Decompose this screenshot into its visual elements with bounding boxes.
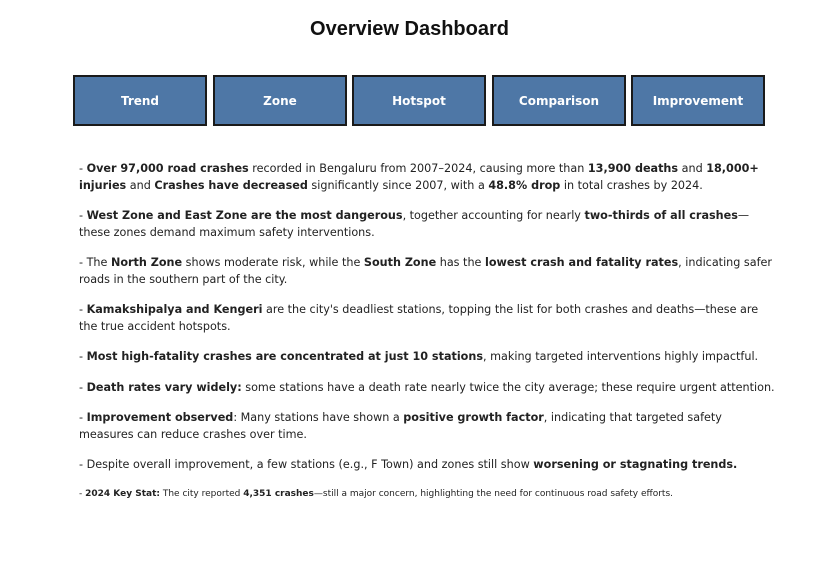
emphasis-text: Crashes have decreased <box>154 178 308 192</box>
emphasis-text: 2024 Key Stat: <box>85 488 160 499</box>
body-text: shows moderate risk, while the <box>182 256 364 269</box>
emphasis-text: worsening or stagnating trends. <box>533 458 738 471</box>
insight-paragraph: - Despite overall improvement, a few sta… <box>79 457 779 474</box>
insight-paragraph: - Kamakshipalya and Kengeri are the city… <box>79 302 779 335</box>
insight-paragraph: - Over 97,000 road crashes recorded in B… <box>79 161 779 194</box>
body-text: - Despite overall improvement, a few sta… <box>79 458 534 471</box>
body-text: - The <box>79 256 111 269</box>
comparison-button[interactable]: Comparison <box>492 75 626 126</box>
emphasis-text: positive growth factor <box>403 411 544 424</box>
body-text: The city reported <box>159 488 244 499</box>
emphasis-text: Over 97,000 road crashes <box>86 162 249 175</box>
body-text: - <box>79 350 87 363</box>
emphasis-text: North Zone <box>110 256 183 269</box>
body-text: and <box>678 162 707 175</box>
key-stat-paragraph: - 2024 Key Stat: The city reported 4,351… <box>79 488 779 500</box>
insights-panel: - Over 97,000 road crashes recorded in B… <box>79 161 779 500</box>
body-text: - <box>79 380 87 394</box>
body-text: recorded in Bengaluru from 2007–2024, ca… <box>248 162 588 175</box>
body-text: significantly since 2007, with a <box>307 178 489 192</box>
body-text: , making targeted interventions highly i… <box>483 350 759 363</box>
body-text: and <box>126 178 155 192</box>
emphasis-text: Kamakshipalya and Kengeri <box>86 303 263 316</box>
body-text: in total crashes by 2024. <box>560 178 703 192</box>
body-text: - <box>79 162 87 175</box>
insight-paragraph: - West Zone and East Zone are the most d… <box>79 208 779 241</box>
body-text: , together accounting for nearly <box>402 209 585 222</box>
nav-bar: Trend Zone Hotspot Comparison Improvemen… <box>73 75 765 126</box>
emphasis-text: 48.8% drop <box>488 178 561 192</box>
trend-button[interactable]: Trend <box>73 75 207 126</box>
page-title: Overview Dashboard <box>310 18 509 40</box>
emphasis-text: two-thirds of all crashes <box>584 209 738 222</box>
body-text: —still a major concern, highlighting the… <box>313 488 673 499</box>
body-text: has the <box>436 256 485 269</box>
insight-paragraph: - Most high-fatality crashes are concent… <box>79 349 779 366</box>
zone-button[interactable]: Zone <box>213 75 347 126</box>
body-text: some stations have a death rate nearly t… <box>241 380 775 394</box>
emphasis-text: West Zone and East Zone are the most dan… <box>86 209 403 222</box>
body-text: - <box>79 303 87 316</box>
insight-paragraph: - The North Zone shows moderate risk, wh… <box>79 255 779 288</box>
emphasis-text: Most high-fatality crashes are concentra… <box>86 350 483 363</box>
emphasis-text: 13,900 deaths <box>587 162 679 175</box>
hotspot-button[interactable]: Hotspot <box>352 75 486 126</box>
insight-paragraph: - Death rates vary widely: some stations… <box>79 380 779 397</box>
emphasis-text: 4,351 crashes <box>243 488 314 499</box>
emphasis-text: South Zone <box>363 256 437 269</box>
emphasis-text: Death rates vary widely: <box>86 380 242 394</box>
body-text: - <box>79 209 87 222</box>
emphasis-text: lowest crash and fatality rates <box>484 256 679 269</box>
body-text: - <box>79 411 87 424</box>
body-text: : Many stations have shown a <box>233 411 404 424</box>
improvement-button[interactable]: Improvement <box>631 75 765 126</box>
insight-paragraph: - Improvement observed: Many stations ha… <box>79 410 779 443</box>
emphasis-text: Improvement observed <box>86 411 234 424</box>
